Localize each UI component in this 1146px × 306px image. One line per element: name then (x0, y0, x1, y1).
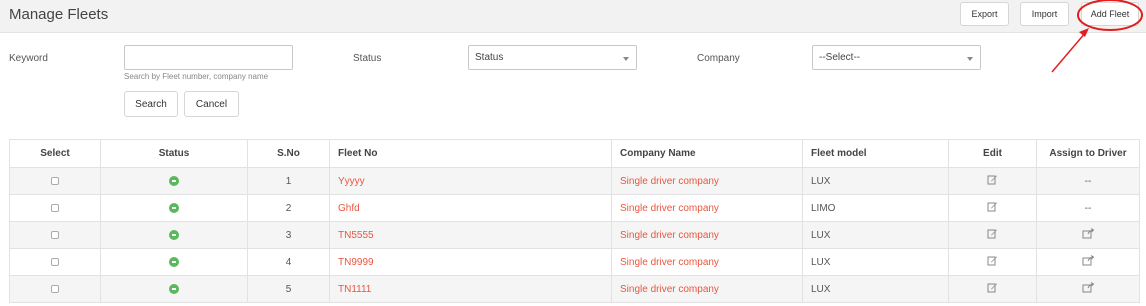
fleet-model: LUX (802, 275, 949, 303)
table-row: 1 Yyyyy Single driver company LUX -- (9, 167, 1140, 195)
assign-driver-icon[interactable] (1082, 255, 1095, 269)
company-name-link[interactable]: Single driver company (620, 284, 719, 295)
row-sno: 3 (247, 221, 330, 249)
keyword-input[interactable] (124, 45, 293, 70)
company-select-value: --Select-- (819, 52, 861, 63)
row-sno: 1 (247, 167, 330, 195)
annotation-arrow-line (1051, 31, 1087, 73)
row-sno: 5 (247, 275, 330, 303)
fleet-table: Select Status S.No Fleet No Company Name… (9, 139, 1140, 303)
active-status-icon[interactable] (169, 256, 179, 267)
row-sno: 2 (247, 194, 330, 222)
row-select-checkbox[interactable] (51, 176, 59, 185)
active-status-icon[interactable] (169, 202, 179, 213)
table-header-row: Select Status S.No Fleet No Company Name… (9, 139, 1140, 168)
assign-placeholder: -- (1084, 175, 1092, 187)
table-row: 3 TN5555 Single driver company LUX (9, 221, 1140, 249)
col-assign-driver: Assign to Driver (1036, 139, 1140, 168)
col-select: Select (9, 139, 101, 168)
export-button[interactable]: Export (960, 2, 1009, 26)
edit-icon[interactable] (987, 255, 998, 269)
company-name-link[interactable]: Single driver company (620, 203, 719, 214)
col-sno: S.No (247, 139, 330, 168)
row-select-checkbox[interactable] (51, 257, 59, 266)
active-status-icon[interactable] (169, 175, 179, 186)
fleet-model: LIMO (802, 194, 949, 222)
col-edit: Edit (948, 139, 1037, 168)
edit-icon[interactable] (987, 228, 998, 242)
col-fleet-model[interactable]: Fleet model (802, 139, 949, 168)
company-name-link[interactable]: Single driver company (620, 257, 719, 268)
keyword-hint: Search by Fleet number, company name (124, 72, 269, 81)
fleet-model: LUX (802, 221, 949, 249)
company-name-link[interactable]: Single driver company (620, 176, 719, 187)
fleet-model: LUX (802, 248, 949, 276)
keyword-label: Keyword (9, 53, 48, 64)
fleet-no-link[interactable]: Yyyyy (338, 176, 365, 187)
table-row: 2 Ghfd Single driver company LIMO -- (9, 194, 1140, 222)
active-status-icon[interactable] (169, 229, 179, 240)
fleet-no-link[interactable]: TN5555 (338, 230, 374, 241)
status-select-value: Status (475, 52, 504, 63)
row-select-checkbox[interactable] (51, 284, 59, 293)
status-label: Status (353, 53, 382, 64)
cancel-button[interactable]: Cancel (184, 91, 239, 117)
row-sno: 4 (247, 248, 330, 276)
fleet-no-link[interactable]: Ghfd (338, 203, 360, 214)
assign-driver-icon[interactable] (1082, 282, 1095, 296)
assign-driver-icon[interactable] (1082, 228, 1095, 242)
row-select-checkbox[interactable] (51, 203, 59, 212)
assign-placeholder: -- (1084, 202, 1092, 214)
company-name-link[interactable]: Single driver company (620, 230, 719, 241)
top-bar: Manage Fleets Export Import Add Fleet (0, 0, 1146, 33)
company-select[interactable]: --Select-- (812, 45, 981, 70)
chevron-down-icon (623, 57, 629, 61)
col-fleet-no[interactable]: Fleet No (329, 139, 612, 168)
company-label: Company (697, 53, 740, 64)
add-fleet-button[interactable]: Add Fleet (1081, 2, 1139, 26)
row-select-checkbox[interactable] (51, 230, 59, 239)
status-select[interactable]: Status (468, 45, 637, 70)
table-row: 4 TN9999 Single driver company LUX (9, 248, 1140, 276)
edit-icon[interactable] (987, 174, 998, 188)
edit-icon[interactable] (987, 201, 998, 215)
page-title: Manage Fleets (9, 6, 109, 23)
chevron-down-icon (967, 57, 973, 61)
active-status-icon[interactable] (169, 283, 179, 294)
fleet-model: LUX (802, 167, 949, 195)
col-status: Status (100, 139, 248, 168)
col-company-name[interactable]: Company Name (611, 139, 803, 168)
search-button[interactable]: Search (124, 91, 178, 117)
edit-icon[interactable] (987, 282, 998, 296)
fleet-no-link[interactable]: TN1111 (338, 284, 371, 295)
import-button[interactable]: Import (1020, 2, 1069, 26)
table-row: 5 TN1111 Single driver company LUX (9, 275, 1140, 303)
fleet-no-link[interactable]: TN9999 (338, 257, 374, 268)
